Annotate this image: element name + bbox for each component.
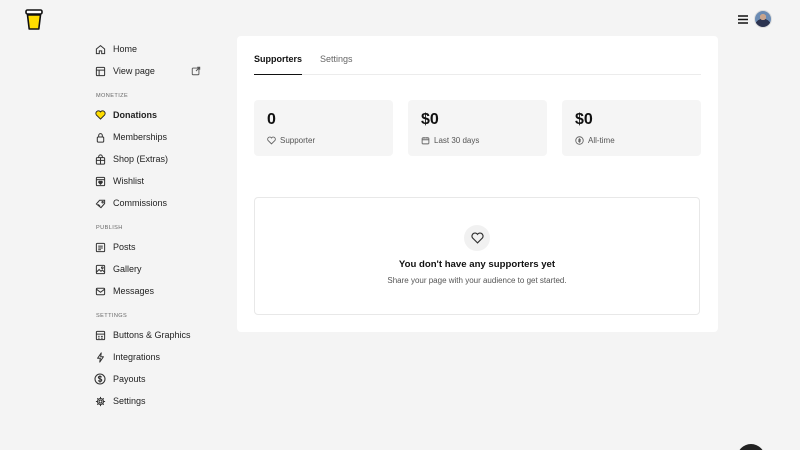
coin-icon: [575, 136, 584, 145]
sidebar-item-label: Posts: [113, 242, 136, 252]
sidebar-item-label: Commissions: [113, 198, 168, 208]
sidebar-item-donations[interactable]: Donations: [94, 104, 224, 126]
bag-icon: [94, 153, 106, 165]
sidebar-item-label: Settings: [113, 396, 146, 406]
sidebar-item-label: View page: [113, 66, 155, 76]
sidebar-item-settings[interactable]: Settings: [94, 390, 224, 412]
chat-button[interactable]: [737, 444, 765, 450]
image-icon: [94, 263, 106, 275]
section-label-settings: SETTINGS: [96, 313, 128, 319]
sidebar-item-posts[interactable]: Posts: [94, 236, 224, 258]
graphics-icon: [94, 329, 106, 341]
empty-state: You don't have any supporters yet Share …: [254, 197, 700, 315]
lock-icon: [94, 131, 106, 143]
sidebar-item-label: Gallery: [113, 264, 142, 274]
stat-label: Last 30 days: [434, 136, 480, 145]
stat-value: $0: [575, 111, 593, 128]
account-menu[interactable]: [736, 10, 772, 28]
sidebar-item-label: Buttons & Graphics: [113, 330, 191, 340]
dollar-icon: [94, 373, 106, 385]
stat-card-last-30-days: $0 Last 30 days: [408, 100, 547, 156]
sidebar-item-buttons-graphics[interactable]: Buttons & Graphics: [94, 324, 224, 346]
commission-icon: [94, 197, 106, 209]
home-icon: [94, 43, 106, 55]
empty-state-subtitle: Share your page with your audience to ge…: [387, 276, 567, 285]
section-label-monetize: MONETIZE: [96, 93, 129, 99]
empty-state-title: You don't have any supporters yet: [398, 259, 556, 270]
sidebar-item-payouts[interactable]: Payouts: [94, 368, 224, 390]
sidebar-item-commissions[interactable]: Commissions: [94, 192, 224, 214]
wishlist-icon: [94, 175, 106, 187]
stat-label: Supporter: [280, 136, 316, 145]
stat-label: All-time: [588, 136, 615, 145]
sidebar: Home View page MONETIZE Donations Member…: [94, 38, 224, 412]
sidebar-item-label: Integrations: [113, 352, 161, 362]
avatar[interactable]: [754, 10, 772, 28]
stat-card-supporters: 0 Supporter: [254, 100, 393, 156]
bolt-icon: [94, 351, 106, 363]
sidebar-item-label: Donations: [113, 110, 157, 120]
section-label-publish: PUBLISH: [96, 225, 123, 231]
stat-label-row: Last 30 days: [421, 136, 534, 145]
main-panel: Supporters Settings 0 Supporter $0 Last …: [237, 36, 718, 332]
stat-value: $0: [421, 111, 439, 128]
sidebar-item-label: Wishlist: [113, 176, 144, 186]
stat-card-all-time: $0 All-time: [562, 100, 701, 156]
tab-settings[interactable]: Settings: [320, 53, 353, 75]
sidebar-item-wishlist[interactable]: Wishlist: [94, 170, 224, 192]
sidebar-item-integrations[interactable]: Integrations: [94, 346, 224, 368]
stat-value: 0: [267, 111, 276, 128]
sidebar-item-label: Memberships: [113, 132, 168, 142]
sidebar-item-gallery[interactable]: Gallery: [94, 258, 224, 280]
heart-outline-icon: [267, 136, 276, 145]
gear-icon: [94, 395, 106, 407]
sidebar-item-memberships[interactable]: Memberships: [94, 126, 224, 148]
tab-supporters[interactable]: Supporters: [254, 53, 303, 75]
stat-label-row: Supporter: [267, 136, 380, 145]
sidebar-item-label: Shop (Extras): [113, 154, 169, 164]
mail-icon: [94, 285, 106, 297]
heart-icon: [94, 109, 106, 121]
sidebar-item-label: Home: [113, 44, 138, 54]
stat-label-row: All-time: [575, 136, 688, 145]
heart-outline-icon: [464, 225, 490, 251]
document-icon: [94, 241, 106, 253]
sidebar-item-label: Payouts: [113, 374, 146, 384]
sidebar-item-messages[interactable]: Messages: [94, 280, 224, 302]
layout-icon: [94, 65, 106, 77]
sidebar-item-home[interactable]: Home: [94, 38, 224, 60]
calendar-icon: [421, 136, 430, 145]
logo-cup-icon[interactable]: [24, 9, 44, 31]
hamburger-menu-icon[interactable]: [736, 12, 750, 26]
tab-bar: Supporters Settings: [254, 53, 701, 75]
sidebar-item-view-page[interactable]: View page: [94, 60, 224, 82]
sidebar-item-label: Messages: [113, 286, 155, 296]
sidebar-item-shop[interactable]: Shop (Extras): [94, 148, 224, 170]
external-link-icon[interactable]: [191, 66, 201, 76]
stats-row: 0 Supporter $0 Last 30 days $0 All-time: [254, 100, 701, 156]
